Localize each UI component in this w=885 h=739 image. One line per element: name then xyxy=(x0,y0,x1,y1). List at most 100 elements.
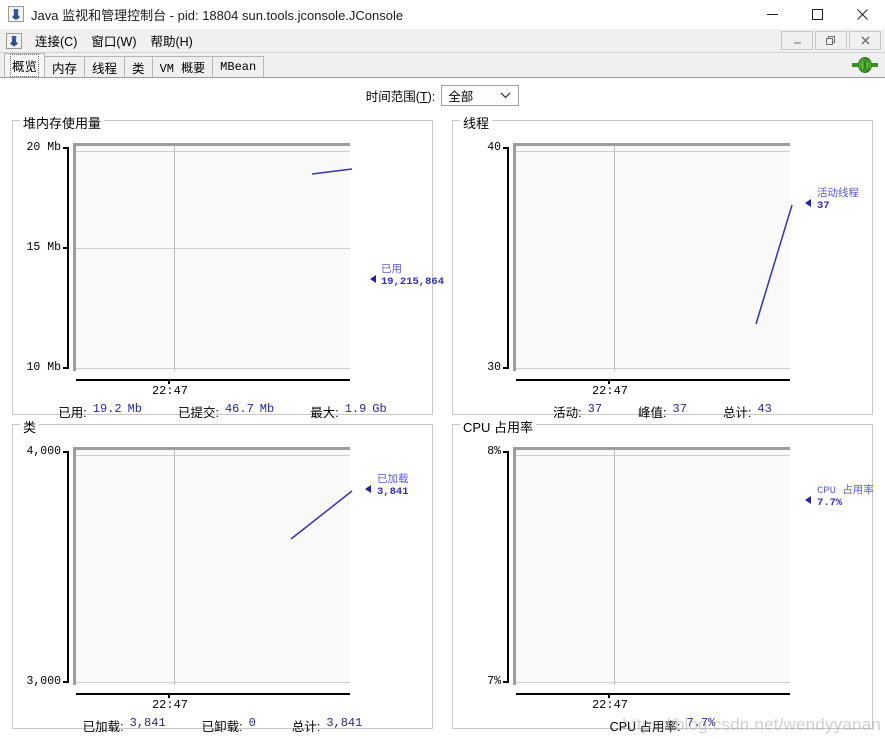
cpu-x-axis-line xyxy=(516,693,790,695)
heap-legend-marker-icon xyxy=(370,275,376,283)
cpu-gridline-top xyxy=(516,455,790,456)
menu-item-window-label: 窗口(W) xyxy=(91,35,137,49)
threads-stat-peak-label: 峰值: xyxy=(638,406,667,420)
time-range-label-text: 时间范围 xyxy=(365,89,416,104)
chart-classes[interactable]: 4,000 3,000 已加载 3,841 22:47 已加载: 3,841 已… xyxy=(13,425,432,734)
menu-item-window[interactable]: 窗口(W) xyxy=(84,29,143,52)
cpu-stat-usage-label: CPU 占用率: xyxy=(609,720,681,734)
threads-y-label-0: 40 xyxy=(487,141,501,154)
cpu-stat-usage-value: 7.7% xyxy=(686,716,716,730)
tab-memory-label: 内存 xyxy=(52,61,78,76)
threads-stat-live-label: 活动: xyxy=(553,406,582,420)
cpu-plot-area[interactable] xyxy=(513,447,790,685)
tab-bar: 概览 内存 线程 类 VM 概要 MBean xyxy=(0,53,885,78)
tab-threads-label: 线程 xyxy=(92,61,118,76)
tab-classes-label: 类 xyxy=(132,61,145,76)
heap-stat-max-unit: Gb xyxy=(372,402,387,416)
classes-stat-loaded-value: 3,841 xyxy=(129,716,166,730)
tab-overview-label: 概览 xyxy=(9,54,40,77)
cpu-legend-value: 7.7% xyxy=(817,497,843,509)
cpu-y-axis-line xyxy=(507,451,509,683)
time-range-row: 时间范围(T): 全部 xyxy=(0,78,885,112)
threads-stat-peak: 峰值: 37 xyxy=(638,402,687,421)
overview-charts-grid: 堆内存使用量 20 Mb 15 Mb 10 Mb 已用 19,215,864 2… xyxy=(0,112,885,737)
tab-overview[interactable]: 概览 xyxy=(4,53,46,77)
heap-plot-area[interactable] xyxy=(73,143,353,371)
cpu-stat-usage: CPU 占用率: 7.7% xyxy=(610,716,716,735)
menu-item-help-label: 帮助(H) xyxy=(150,35,193,49)
window-minimize-button[interactable] xyxy=(750,0,795,29)
cpu-legend: CPU 占用率 7.7% xyxy=(817,485,874,509)
heap-stat-committed: 已提交: 46.7 Mb xyxy=(178,402,274,421)
panel-cpu-usage: CPU 占用率 8% 7% CPU 占用率 7.7% 22:47 CPU 占用率… xyxy=(452,417,874,734)
java-app-icon xyxy=(8,6,24,22)
chart-heap-memory[interactable]: 20 Mb 15 Mb 10 Mb 已用 19,215,864 22:47 已用… xyxy=(13,121,444,420)
time-range-select[interactable]: 全部 xyxy=(441,84,520,106)
heap-stats: 已用: 19.2 Mb 已提交: 46.7 Mb 最大: 1.9 Gb xyxy=(13,402,432,421)
tab-threads[interactable]: 线程 xyxy=(84,56,126,77)
panel-classes: 类 4,000 3,000 已加载 3,841 22:47 已加载: 3,841… xyxy=(12,417,433,734)
heap-y-tick-2 xyxy=(63,367,69,369)
heap-y-axis-line xyxy=(67,147,69,369)
threads-stat-total: 总计: 43 xyxy=(723,402,772,421)
threads-legend-value: 37 xyxy=(817,200,830,212)
tab-vm-summary-label: VM 概要 xyxy=(159,61,206,76)
time-range-label: 时间范围(T): xyxy=(365,89,436,104)
window-title-bar: Java 监视和管理控制台 - pid: 18804 sun.tools.jco… xyxy=(0,0,885,29)
heap-y-tick-1 xyxy=(63,247,69,249)
heap-y-label-0: 20 Mb xyxy=(26,141,61,154)
threads-x-label: 22:47 xyxy=(591,384,628,398)
chevron-down-icon xyxy=(500,88,511,102)
tab-mbean-label: MBean xyxy=(220,60,257,74)
mdi-close-button[interactable] xyxy=(849,31,881,50)
classes-stat-loaded-label: 已加载: xyxy=(82,720,124,734)
threads-stat-total-label: 总计: xyxy=(722,406,752,420)
cpu-legend-name: CPU 占用率 xyxy=(817,485,874,497)
threads-stat-live-value: 37 xyxy=(587,402,603,416)
classes-legend-name: 已加载 xyxy=(377,474,409,486)
cpu-y-label-1: 7% xyxy=(487,675,501,688)
heap-stat-max-value: 1.9 xyxy=(344,402,367,416)
menu-item-connection[interactable]: 连接(C) xyxy=(28,29,84,52)
cpu-vgridline xyxy=(614,450,615,685)
classes-plot-area[interactable] xyxy=(73,447,353,685)
classes-stats: 已加载: 3,841 已卸载: 0 总计: 3,841 xyxy=(13,716,432,735)
tab-memory[interactable]: 内存 xyxy=(44,56,86,77)
cpu-stats: CPU 占用率: 7.7% xyxy=(453,716,872,735)
heap-stat-used-value: 19.2 xyxy=(92,402,122,416)
tab-classes[interactable]: 类 xyxy=(124,56,153,77)
classes-y-axis-line xyxy=(67,451,69,683)
threads-plot-area[interactable] xyxy=(513,143,793,371)
tab-mbean[interactable]: MBean xyxy=(212,56,265,77)
threads-stat-peak-value: 37 xyxy=(672,402,687,416)
heap-series-line xyxy=(311,168,353,175)
chart-threads[interactable]: 40 30 活动线程 37 22:47 活动: 37 峰值: 37 总计: 43 xyxy=(453,121,872,420)
classes-y-label-1: 3,000 xyxy=(26,675,61,688)
heap-legend-name: 已用 xyxy=(381,264,402,276)
tab-vm-summary[interactable]: VM 概要 xyxy=(151,56,214,77)
time-range-mnemonic: T xyxy=(419,89,428,104)
cpu-y-label-0: 8% xyxy=(487,445,501,458)
heap-y-label-2: 10 Mb xyxy=(26,361,61,374)
heap-stat-used: 已用: 19.2 Mb xyxy=(58,402,142,421)
heap-legend-value: 19,215,864 xyxy=(381,276,445,288)
heap-y-label-1: 15 Mb xyxy=(26,241,61,254)
window-close-button[interactable] xyxy=(840,0,885,29)
time-range-colon: : xyxy=(431,89,436,104)
heap-stat-max-label: 最大: xyxy=(310,406,339,420)
heap-stat-max: 最大: 1.9 Gb xyxy=(310,402,387,421)
classes-stat-unloaded-value: 0 xyxy=(248,716,256,730)
connection-status-icon[interactable] xyxy=(852,57,878,73)
menu-item-help[interactable]: 帮助(H) xyxy=(143,29,199,52)
classes-stat-unloaded: 已卸载: 0 xyxy=(202,716,256,735)
window-maximize-button[interactable] xyxy=(795,0,840,29)
panel-heap-memory: 堆内存使用量 20 Mb 15 Mb 10 Mb 已用 19,215,864 2… xyxy=(12,113,444,420)
classes-stat-total: 总计: 3,841 xyxy=(292,716,363,735)
chart-cpu-usage[interactable]: 8% 7% CPU 占用率 7.7% 22:47 CPU 占用率: 7.7% xyxy=(453,425,874,734)
threads-y-tick-1 xyxy=(503,367,509,369)
classes-series-line xyxy=(290,490,353,540)
mdi-minimize-button[interactable] xyxy=(781,31,813,50)
panel-threads: 线程 40 30 活动线程 37 22:47 活动: 37 峰值: 37 总计:… xyxy=(452,113,873,420)
threads-stat-total-value: 43 xyxy=(757,402,772,416)
mdi-restore-button[interactable] xyxy=(815,31,847,50)
